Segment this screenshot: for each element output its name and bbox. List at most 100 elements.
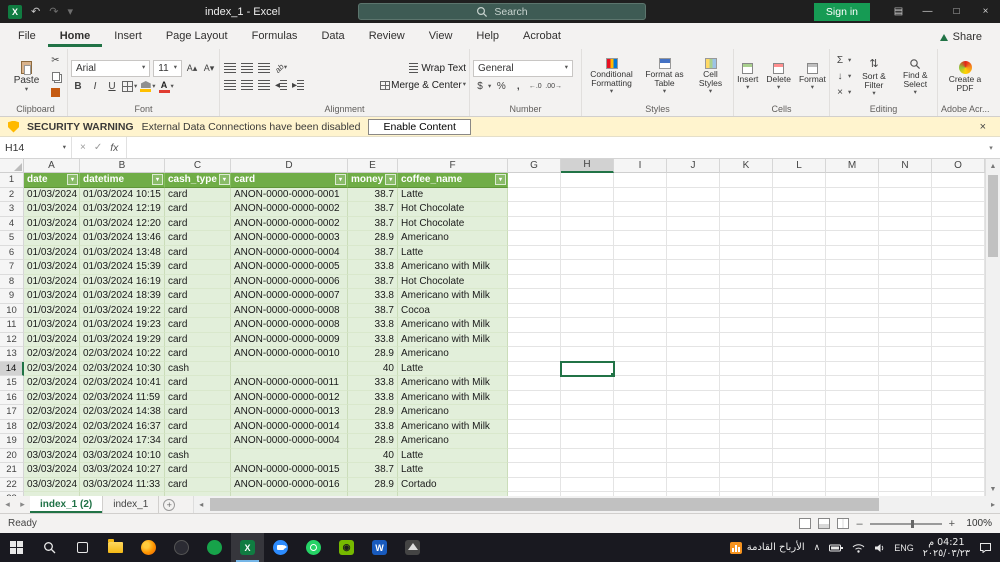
cell-B14[interactable]: 02/03/2024 10:30 <box>80 361 165 376</box>
formula-input[interactable] <box>127 137 982 158</box>
cell-D7[interactable]: ANON-0000-0000-0005 <box>231 260 348 275</box>
cell-C11[interactable]: card <box>165 318 231 333</box>
cell-C9[interactable]: card <box>165 289 231 304</box>
cell-K16[interactable] <box>720 390 773 405</box>
sheet-nav-left-icon[interactable]: ◂ <box>0 496 15 513</box>
cell-K10[interactable] <box>720 303 773 318</box>
cell-I10[interactable] <box>614 303 667 318</box>
cell-H11[interactable] <box>561 318 614 333</box>
column-header-N[interactable]: N <box>879 159 932 173</box>
cell-M17[interactable] <box>826 405 879 420</box>
tab-data[interactable]: Data <box>309 25 356 47</box>
cell-M3[interactable] <box>826 202 879 217</box>
cell-J2[interactable] <box>667 187 720 202</box>
cell-J11[interactable] <box>667 318 720 333</box>
cell-M7[interactable] <box>826 260 879 275</box>
cell-D4[interactable]: ANON-0000-0000-0002 <box>231 216 348 231</box>
cell-L15[interactable] <box>773 376 826 391</box>
cell-F21[interactable]: Latte <box>398 463 508 478</box>
paste-button[interactable]: Paste ▾ <box>9 60 45 93</box>
cell-N3[interactable] <box>879 202 932 217</box>
cell-K4[interactable] <box>720 216 773 231</box>
cell-K22[interactable] <box>720 477 773 492</box>
font-name-select[interactable]: Arial ▾ <box>71 59 151 77</box>
conditional-formatting-button[interactable]: Conditional Formatting ▾ <box>586 58 638 95</box>
cell-B9[interactable]: 01/03/2024 18:39 <box>80 289 165 304</box>
cell-H13[interactable] <box>561 347 614 362</box>
cell-D10[interactable]: ANON-0000-0000-0008 <box>231 303 348 318</box>
cell-I22[interactable] <box>614 477 667 492</box>
cell-A21[interactable]: 03/03/2024 <box>24 463 80 478</box>
format-painter-icon[interactable] <box>49 86 63 100</box>
header-cell-datetime[interactable]: datetime ▾ <box>80 173 165 188</box>
cell-H5[interactable] <box>561 231 614 246</box>
header-cell-cash_type[interactable]: cash_type ▾ <box>165 173 231 188</box>
cell-F5[interactable]: Americano <box>398 231 508 246</box>
cell-M4[interactable] <box>826 216 879 231</box>
cell-L18[interactable] <box>773 419 826 434</box>
cell-F17[interactable]: Americano <box>398 405 508 420</box>
cell-G17[interactable] <box>508 405 561 420</box>
scroll-up-icon[interactable]: ▲ <box>986 159 1000 173</box>
row-number-12[interactable]: 12 <box>0 332 24 347</box>
cell-F10[interactable]: Cocoa <box>398 303 508 318</box>
cell-L19[interactable] <box>773 434 826 449</box>
cell-G20[interactable] <box>508 448 561 463</box>
cell-K14[interactable] <box>720 361 773 376</box>
cell-M16[interactable] <box>826 390 879 405</box>
vertical-scroll-thumb[interactable] <box>988 175 998 257</box>
cell-C14[interactable]: cash <box>165 361 231 376</box>
cell-M2[interactable] <box>826 187 879 202</box>
cell-O14[interactable] <box>932 361 985 376</box>
cell-E16[interactable]: 33.8 <box>348 390 398 405</box>
cell-C8[interactable]: card <box>165 274 231 289</box>
cell-A12[interactable]: 01/03/2024 <box>24 332 80 347</box>
cell[interactable] <box>667 173 720 188</box>
cell-L11[interactable] <box>773 318 826 333</box>
cell-A5[interactable]: 01/03/2024 <box>24 231 80 246</box>
cell-I17[interactable] <box>614 405 667 420</box>
cell-F18[interactable]: Americano with Milk <box>398 419 508 434</box>
zoom-slider[interactable] <box>869 519 942 528</box>
cell-D20[interactable] <box>231 448 348 463</box>
cell-D14[interactable] <box>231 361 348 376</box>
cell-N16[interactable] <box>879 390 932 405</box>
row-number-17[interactable]: 17 <box>0 405 24 420</box>
cell-M14[interactable] <box>826 361 879 376</box>
cell-N9[interactable] <box>879 289 932 304</box>
wifi-icon[interactable] <box>852 543 865 553</box>
cell-F16[interactable]: Americano with Milk <box>398 390 508 405</box>
comma-style-icon[interactable]: , <box>511 80 525 94</box>
cell-N8[interactable] <box>879 274 932 289</box>
cell-G19[interactable] <box>508 434 561 449</box>
cell-F6[interactable]: Latte <box>398 245 508 260</box>
cell[interactable] <box>773 173 826 188</box>
row-number-10[interactable]: 10 <box>0 303 24 318</box>
column-header-G[interactable]: G <box>508 159 561 173</box>
row-number-19[interactable]: 19 <box>0 434 24 449</box>
taskbar-task-view-button[interactable] <box>66 533 99 562</box>
cell-M19[interactable] <box>826 434 879 449</box>
font-color-button[interactable]: A ▾ <box>158 80 174 93</box>
cell-H18[interactable] <box>561 419 614 434</box>
scroll-right-icon[interactable]: ▸ <box>986 500 1000 509</box>
cell-E11[interactable]: 33.8 <box>348 318 398 333</box>
cell-L10[interactable] <box>773 303 826 318</box>
cell[interactable] <box>826 173 879 188</box>
filter-button[interactable]: ▾ <box>67 174 78 186</box>
increase-decimal-icon[interactable]: ←.0 <box>528 80 542 94</box>
cell-M10[interactable] <box>826 303 879 318</box>
row-number-15[interactable]: 15 <box>0 376 24 391</box>
create-pdf-button[interactable]: Create a PDF <box>944 60 986 93</box>
cell-H4[interactable] <box>561 216 614 231</box>
column-header-L[interactable]: L <box>773 159 826 173</box>
cell-N15[interactable] <box>879 376 932 391</box>
cell-M12[interactable] <box>826 332 879 347</box>
column-header-F[interactable]: F <box>398 159 508 173</box>
cell-C13[interactable]: card <box>165 347 231 362</box>
volume-icon[interactable] <box>874 543 885 553</box>
increase-font-size-icon[interactable]: A▴ <box>185 61 199 75</box>
cell-E21[interactable]: 38.7 <box>348 463 398 478</box>
cell-M6[interactable] <box>826 245 879 260</box>
cell-E22[interactable]: 28.9 <box>348 477 398 492</box>
